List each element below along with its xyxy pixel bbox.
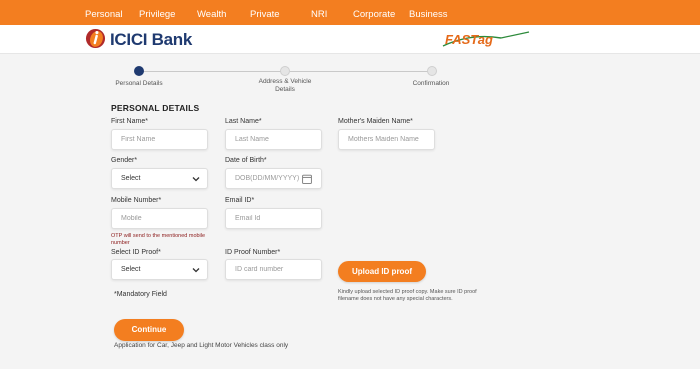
nav-wealth[interactable]: Wealth: [197, 9, 226, 20]
last-name-input[interactable]: [225, 129, 322, 150]
chevron-down-icon: [192, 268, 200, 273]
email-label: Email ID*: [225, 197, 255, 204]
top-navigation: Personal Privilege Wealth Private NRI Co…: [0, 0, 700, 25]
mobile-number-label: Mobile Number*: [111, 197, 162, 204]
gender-label: Gender*: [111, 157, 138, 164]
last-name-label: Last Name*: [225, 118, 262, 125]
bank-logo-text: ICICI Bank: [110, 30, 193, 49]
continue-button[interactable]: Continue: [114, 319, 184, 341]
first-name-label: First Name*: [111, 118, 148, 125]
upload-note: Kindly upload selected ID proof copy. Ma…: [338, 289, 477, 302]
nav-nri[interactable]: NRI: [311, 9, 327, 20]
nav-privilege[interactable]: Privilege: [139, 9, 175, 20]
id-proof-number-label: ID Proof Number*: [225, 249, 281, 256]
id-proof-select[interactable]: Select: [111, 259, 208, 280]
step-label-address-vehicle: Address & Vehicle Details: [258, 78, 312, 93]
chevron-down-icon: [192, 177, 200, 182]
calendar-icon[interactable]: [302, 174, 312, 184]
brand-bar: ICICI Bank FASTag: [0, 25, 700, 54]
step-dot-confirmation: [427, 66, 437, 76]
mother-maiden-name-input[interactable]: [338, 129, 435, 150]
step-label-personal-details: Personal Details: [115, 80, 163, 87]
upload-id-proof-button[interactable]: Upload ID proof: [338, 261, 426, 282]
step-label-confirmation: Confirmation: [412, 80, 450, 87]
progress-stepper: Personal Details Address & Vehicle Detai…: [0, 60, 700, 100]
nav-personal[interactable]: Personal: [85, 9, 123, 20]
section-title: PERSONAL DETAILS: [111, 103, 200, 113]
nav-corporate[interactable]: Corporate: [353, 9, 395, 20]
fastag-wordmark: FASTag: [445, 32, 493, 47]
id-proof-number-input[interactable]: [225, 259, 322, 280]
step-dot-address-vehicle: [280, 66, 290, 76]
id-proof-select-value: Select: [121, 266, 141, 273]
stepper-line: [290, 71, 428, 72]
email-input[interactable]: [225, 208, 322, 229]
otp-note: OTP will send to the mentioned mobile nu…: [111, 233, 206, 246]
id-proof-label: Select ID Proof*: [111, 249, 161, 256]
gender-select-value: Select: [121, 175, 141, 182]
icici-logo-icon[interactable]: [85, 28, 106, 49]
mandatory-field-note: *Mandatory Field: [114, 291, 167, 298]
vehicle-class-footnote: Application for Car, Jeep and Light Moto…: [114, 342, 289, 349]
fastag-logo: FASTag: [442, 31, 530, 47]
first-name-input[interactable]: [111, 129, 208, 150]
stepper-line: [142, 71, 282, 72]
dob-label: Date of Birth*: [225, 157, 267, 164]
mobile-number-input[interactable]: [111, 208, 208, 229]
gender-select[interactable]: Select: [111, 168, 208, 189]
nav-private[interactable]: Private: [250, 9, 280, 20]
step-dot-personal-details: [134, 66, 144, 76]
mother-maiden-name-label: Mother's Maiden Name*: [338, 118, 413, 125]
nav-business[interactable]: Business: [409, 9, 448, 20]
